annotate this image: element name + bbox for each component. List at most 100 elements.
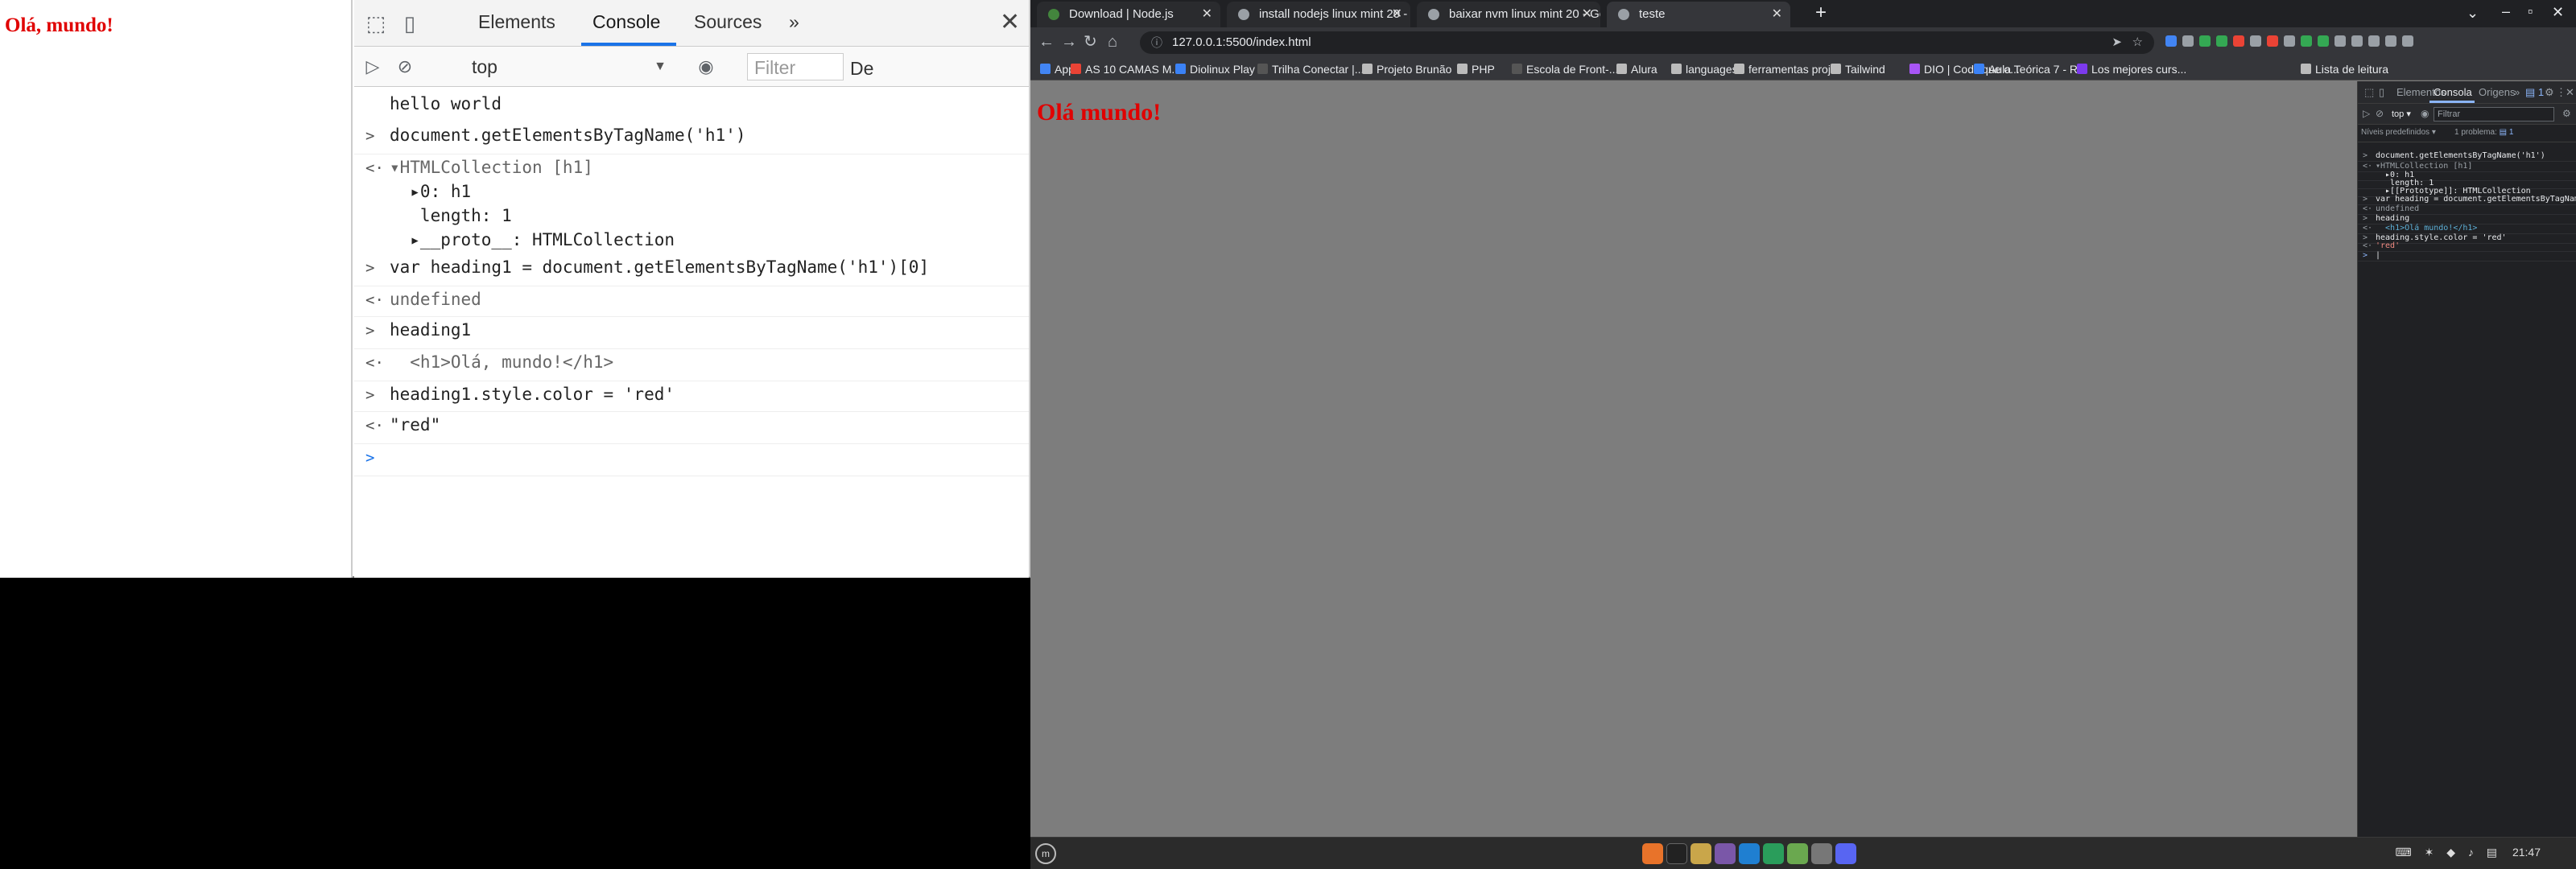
forward-icon[interactable]: → xyxy=(1061,31,1077,53)
close-tab-icon[interactable]: ✕ xyxy=(1392,2,1402,27)
console-settings-icon[interactable]: ⚙ xyxy=(2562,108,2571,119)
context-select[interactable]: top ▾ xyxy=(2392,109,2411,119)
inspect-element-icon[interactable]: ⬚ xyxy=(362,10,390,37)
console-text[interactable]: | xyxy=(2376,251,2380,260)
extension-icon[interactable] xyxy=(2318,35,2329,47)
spreadsheet-icon[interactable] xyxy=(1787,843,1808,864)
bookmark-star-icon[interactable]: ☆ xyxy=(2132,31,2143,54)
browser-tab[interactable]: teste ✕ xyxy=(1607,2,1790,27)
bookmark-icon xyxy=(1671,64,1682,74)
sidebar-toggle-icon[interactable]: ▷ xyxy=(359,53,386,80)
extension-icon[interactable] xyxy=(2199,35,2211,47)
discord-icon[interactable] xyxy=(1835,843,1856,864)
extension-icon[interactable] xyxy=(2351,35,2363,47)
bookmark-item[interactable]: Trilha Conectar |... xyxy=(1256,61,1364,77)
console-filter-bar: ▷ ⊘ top ▼ ◉ Filter De xyxy=(354,47,1029,87)
bookmark-item[interactable]: Lista de leitura xyxy=(2299,61,2388,77)
extension-icon[interactable] xyxy=(2233,35,2244,47)
extension-icon[interactable] xyxy=(2301,35,2312,47)
close-tab-icon[interactable]: ✕ xyxy=(1772,2,1782,27)
firefox-icon[interactable] xyxy=(1642,843,1663,864)
eye-icon[interactable]: ◉ xyxy=(2421,108,2429,119)
bookmark-label: Projeto Brunão xyxy=(1377,63,1452,76)
extension-icon[interactable] xyxy=(2368,35,2380,47)
bookmark-item[interactable]: ferramentas proj... xyxy=(1732,61,1840,77)
settings-gear-icon[interactable]: ⚙ xyxy=(2545,86,2554,99)
bookmark-item[interactable]: Aula Teórica 7 - R... xyxy=(1972,61,2087,77)
extension-icon[interactable] xyxy=(2250,35,2261,47)
levels-dropdown[interactable]: Níveis predefinidos ▾ xyxy=(2361,128,2436,137)
files-icon[interactable] xyxy=(1690,843,1711,864)
levels-dropdown-truncated[interactable]: De xyxy=(850,58,873,80)
home-icon[interactable]: ⌂ xyxy=(1108,31,1117,53)
browser-tab[interactable]: Download | Node.js ✕ xyxy=(1037,2,1220,27)
taskbar: m ⌨ ✶ ◆ ♪ ▤ 21:47 xyxy=(1030,837,2576,869)
filter-input[interactable]: Filtrar xyxy=(2434,107,2554,121)
maximize-icon[interactable]: ▫ xyxy=(2528,3,2533,20)
extension-icon[interactable] xyxy=(2216,35,2227,47)
extension-icon[interactable] xyxy=(2385,35,2396,47)
bookmark-item[interactable]: AS 10 CAMAS M... xyxy=(1069,61,1181,77)
bookmark-item[interactable]: Tailwind xyxy=(1829,61,1885,77)
close-tab-icon[interactable]: ✕ xyxy=(1582,2,1592,27)
inspect-element-icon[interactable]: ⬚ xyxy=(2364,86,2374,99)
terminal-icon[interactable] xyxy=(1666,843,1687,864)
device-toolbar-icon[interactable]: ▯ xyxy=(396,10,423,37)
bookmark-item[interactable]: Escola de Front-... xyxy=(1510,61,1618,77)
more-tabs-button[interactable]: » xyxy=(789,11,799,33)
context-select[interactable]: top ▼ xyxy=(465,53,673,80)
clear-console-icon[interactable]: ⊘ xyxy=(2376,108,2384,119)
eye-icon[interactable]: ◉ xyxy=(692,53,720,80)
info-icon[interactable]: ⓘ xyxy=(1151,31,1162,54)
sidebar-toggle-icon[interactable]: ▷ xyxy=(2363,108,2370,119)
issues-badge[interactable]: ▤ 1 xyxy=(2525,86,2544,99)
recorded-browser-panel: Olá, mundo! ⬚ ▯ Elements Console Sources… xyxy=(0,0,1357,578)
bookmark-icon xyxy=(1457,64,1468,74)
tab-console[interactable]: Console xyxy=(592,11,660,33)
start-menu-icon[interactable]: m xyxy=(1035,843,1056,864)
tab-sources[interactable]: Sources xyxy=(694,11,762,33)
close-devtools-icon[interactable]: ✕ xyxy=(2566,86,2574,99)
github-desktop-icon[interactable] xyxy=(1715,843,1736,864)
extension-icon[interactable] xyxy=(2402,35,2413,47)
close-tab-icon[interactable]: ✕ xyxy=(1202,2,1212,27)
extension-icon[interactable] xyxy=(2182,35,2194,47)
bookmark-item[interactable]: Diolinux Play xyxy=(1174,61,1255,77)
bookmark-item[interactable]: Los mejores curs... xyxy=(2075,61,2186,77)
tab-origens[interactable]: Origens xyxy=(2479,86,2516,98)
send-icon[interactable]: ➤ xyxy=(2112,31,2122,54)
bookmark-label: Los mejores curs... xyxy=(2091,63,2187,76)
minimize-icon[interactable]: – xyxy=(2502,3,2510,20)
new-tab-button[interactable]: + xyxy=(1815,2,1827,24)
tab-consola[interactable]: Consola xyxy=(2434,86,2472,98)
page-viewport: Olá mundo! xyxy=(1030,81,2357,837)
filter-input[interactable]: Filter xyxy=(747,53,844,80)
back-icon[interactable]: ← xyxy=(1038,31,1055,53)
browser-tab[interactable]: baixar nvm linux mint 20 - Goo ✕ xyxy=(1417,2,1600,27)
chrome-icon[interactable] xyxy=(1763,843,1784,864)
clear-console-icon[interactable]: ⊘ xyxy=(391,53,419,80)
address-bar[interactable]: ⓘ 127.0.0.1:5500/index.html ➤ ☆ xyxy=(1140,31,2154,54)
bookmark-item[interactable]: Alura xyxy=(1615,61,1657,77)
device-toolbar-icon[interactable]: ▯ xyxy=(2379,86,2384,99)
system-tray[interactable]: ⌨ ✶ ◆ ♪ ▤ xyxy=(2396,846,2503,859)
extension-icon[interactable] xyxy=(2334,35,2346,47)
bookmark-item[interactable]: PHP xyxy=(1455,61,1495,77)
settings-app-icon[interactable] xyxy=(1811,843,1832,864)
bookmark-item[interactable]: Projeto Brunão xyxy=(1360,61,1451,77)
bookmark-item[interactable]: languages xyxy=(1670,61,1738,77)
tab-search-icon[interactable]: ⌄ xyxy=(2467,5,2479,22)
extension-icon[interactable] xyxy=(2284,35,2295,47)
extension-icon[interactable] xyxy=(2267,35,2278,47)
more-tabs-button[interactable]: » xyxy=(2514,86,2520,98)
browser-tab[interactable]: install nodejs linux mint 20 - G ✕ xyxy=(1227,2,1410,27)
problems-indicator[interactable]: 1 problema: ▤ 1 xyxy=(2454,128,2513,137)
close-window-icon[interactable]: ✕ xyxy=(2552,4,2564,21)
close-icon[interactable]: ✕ xyxy=(1000,8,1020,36)
tab-elements[interactable]: Elements xyxy=(478,11,555,33)
console-filter-bar: ▷ ⊘ top ▾ ◉ Filtrar ⚙ xyxy=(2358,104,2576,125)
extension-icon[interactable] xyxy=(2165,35,2177,47)
console-prompt: > xyxy=(365,127,375,145)
reload-icon[interactable]: ↻ xyxy=(1084,31,1097,53)
vscode-icon[interactable] xyxy=(1739,843,1760,864)
